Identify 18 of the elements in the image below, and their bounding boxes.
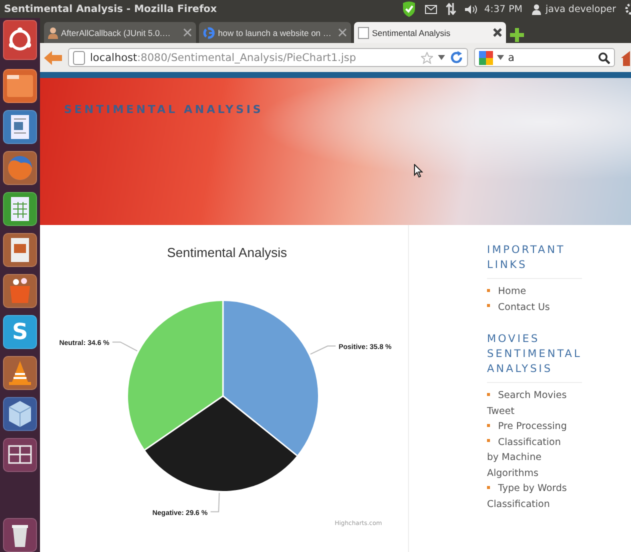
browser-tab[interactable]: AfterAllCallback (JUnit 5.0.… [44,22,196,43]
address-field[interactable]: localhost:8080/Sentimental_Analysis/PieChart1.jsp [68,48,468,67]
user-name[interactable]: java developer [546,4,616,14]
window-title: Sentimental Analysis - Mozilla Firefox [4,4,217,14]
site-title: SENTIMENTAL ANALYSIS [64,103,264,116]
sidebar-link[interactable]: Search Movies Tweet [487,388,575,419]
section-heading: IMPORTANT LINKS [487,243,582,279]
search-field[interactable]: a [474,48,615,67]
sidebar-link[interactable]: Type by Words Classification [487,481,575,512]
sidebar-link[interactable]: Home [487,284,575,300]
section-heading: MOVIES SENTIMENTAL ANALYSIS [487,332,582,383]
sidebar-link[interactable]: Classification by Machine Algorithms [487,434,575,481]
chart-title: Sentimental Analysis [167,245,287,260]
browser-tab[interactable]: Sentimental Analysis [354,22,506,43]
sidebar-link[interactable]: Pre Processing [487,419,575,434]
browser-tab[interactable]: how to launch a website on … [199,22,351,43]
clock-time[interactable]: 4:37 PM [484,4,522,14]
sidebar-link[interactable]: Contact Us [487,300,575,315]
